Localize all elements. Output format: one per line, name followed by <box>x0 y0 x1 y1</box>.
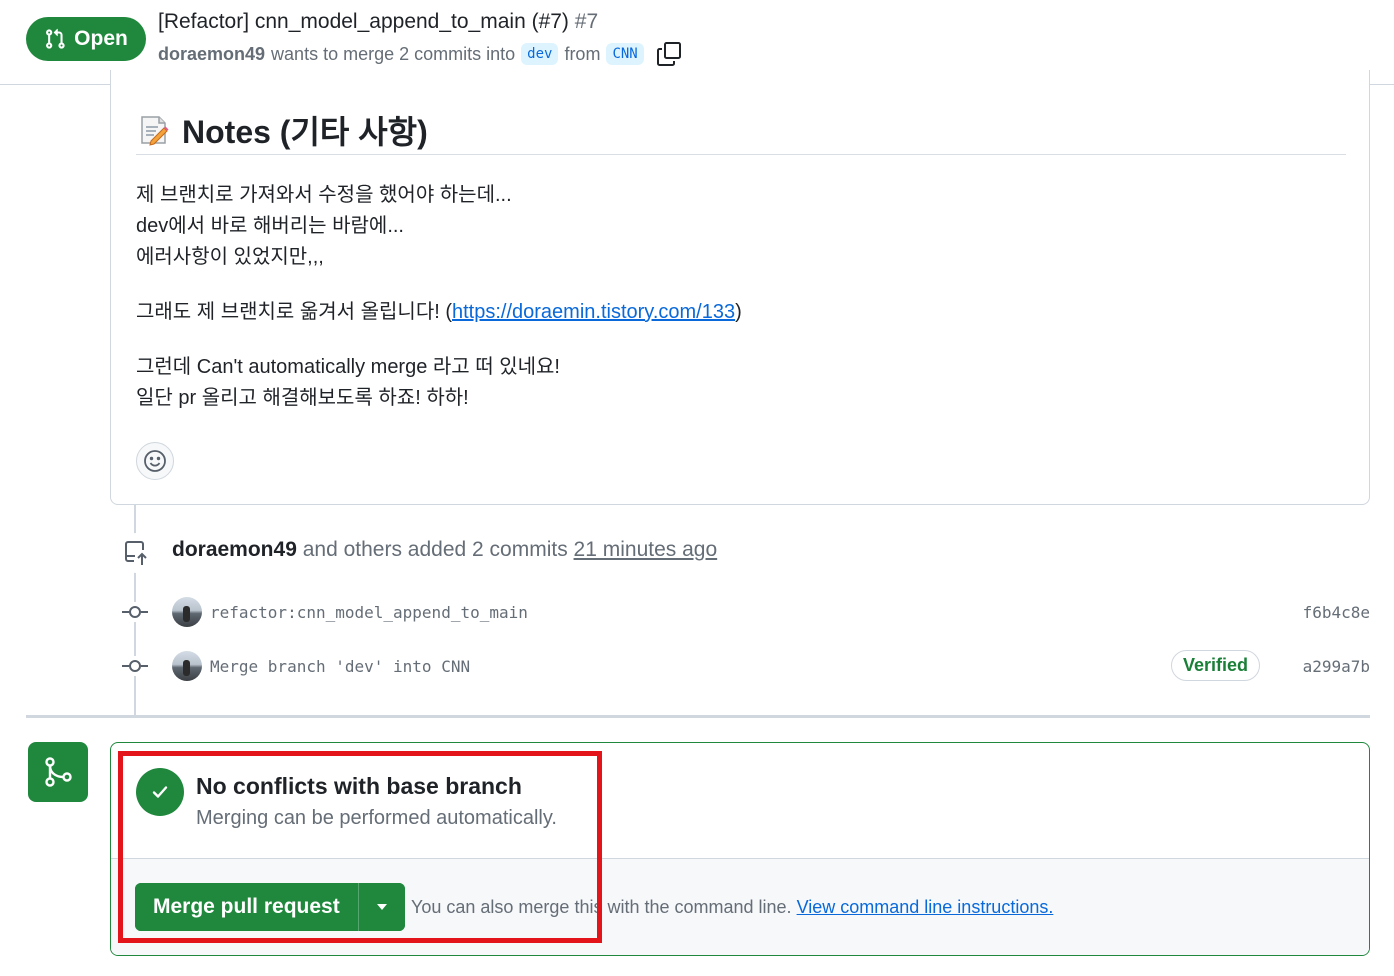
pr-state-label: Open <box>74 27 128 50</box>
commit-sha-link[interactable]: f6b4c8e <box>1303 603 1370 622</box>
merge-status-subtitle: Merging can be performed automatically. <box>196 807 557 829</box>
base-branch-tag[interactable]: dev <box>521 43 559 65</box>
comment-line: 그런데 Can't automatically merge 라고 떠 있네요! <box>136 356 560 378</box>
comment-line-prefix: 그래도 제 브랜치로 옮겨서 올립니다! ( <box>136 301 452 323</box>
memo-icon <box>141 115 169 146</box>
copy-icon[interactable] <box>656 41 682 67</box>
smiley-icon <box>144 450 166 472</box>
push-event <box>116 533 156 573</box>
merge-section-icon <box>28 742 88 802</box>
push-time-link[interactable]: 21 minutes ago <box>574 538 718 561</box>
pr-merge-text: wants to merge 2 commits into <box>271 43 516 64</box>
commit-message-link[interactable]: Merge branch 'dev' into CNN <box>210 657 470 676</box>
comment-line: 에러사항이 있었지만,,, <box>136 246 324 268</box>
avatar[interactable] <box>172 651 202 681</box>
comment-body: 제 브랜치로 가져와서 수정을 했어야 하는데... dev에서 바로 해버리는… <box>136 180 1336 438</box>
head-branch-tag[interactable]: CNN <box>606 43 644 65</box>
merge-method-dropdown[interactable] <box>358 883 405 931</box>
merge-actions: Merge pull request You can also merge th… <box>111 859 1369 955</box>
notes-heading-text: Notes (기타 사항) <box>182 113 428 150</box>
pr-title: [Refactor] cnn_model_append_to_main (#7)… <box>158 10 598 34</box>
commit-node-icon <box>120 602 150 622</box>
pr-title-text: [Refactor] cnn_model_append_to_main (#7) <box>158 10 569 33</box>
comment-paragraph-2: 그래도 제 브랜치로 옮겨서 올립니다! (https://doraemin.t… <box>136 297 1336 328</box>
commit-row: refactor:cnn_model_append_to_main f6b4c8… <box>120 592 1370 632</box>
merge-status: No conflicts with base branch Merging ca… <box>111 743 1369 859</box>
blog-link[interactable]: https://doraemin.tistory.com/133 <box>452 301 735 323</box>
pr-comment-box: Notes (기타 사항) 제 브랜치로 가져와서 수정을 했어야 하는데...… <box>110 70 1370 505</box>
push-event-text: doraemon49 and others added 2 commits 21… <box>172 538 717 562</box>
pr-meta: doraemon49 wants to merge 2 commits into… <box>158 41 682 67</box>
notes-heading: Notes (기타 사항) <box>136 105 1346 155</box>
pull-request-icon <box>46 28 65 49</box>
merge-button-group: Merge pull request <box>135 883 405 931</box>
pr-number: #7 <box>574 10 599 33</box>
comment-line-suffix: ) <box>735 301 742 323</box>
commit-message-link[interactable]: refactor:cnn_model_append_to_main <box>210 603 528 622</box>
merge-pull-request-button[interactable]: Merge pull request <box>135 883 359 931</box>
command-line-instructions-link[interactable]: View command line instructions. <box>797 897 1054 917</box>
triangle-down-icon <box>376 904 387 910</box>
commit-node-icon <box>120 656 150 676</box>
merge-status-title: No conflicts with base branch <box>196 773 522 799</box>
repo-push-icon <box>125 541 147 565</box>
merge-hint: You can also merge this with the command… <box>411 897 1053 918</box>
avatar[interactable] <box>172 597 202 627</box>
comment-line: 제 브랜치로 가져와서 수정을 했어야 하는데... <box>136 184 512 206</box>
push-author-link[interactable]: doraemon49 <box>172 538 297 561</box>
comment-line: dev에서 바로 해버리는 바람에... <box>136 215 404 237</box>
merge-hint-text: You can also merge this with the command… <box>411 897 792 917</box>
add-reaction-button[interactable] <box>136 442 174 480</box>
git-merge-icon <box>45 757 72 787</box>
timeline-break <box>26 715 1370 718</box>
comment-line: 일단 pr 올리고 해결해보도록 하죠! 하하! <box>136 387 469 409</box>
merge-box: No conflicts with base branch Merging ca… <box>110 742 1370 956</box>
pr-state-badge: Open <box>26 17 146 61</box>
commit-sha-link[interactable]: a299a7b <box>1303 657 1370 676</box>
pr-from-text: from <box>564 43 601 64</box>
comment-paragraph-3: 그런데 Can't automatically merge 라고 떠 있네요! … <box>136 352 1336 414</box>
verified-badge[interactable]: Verified <box>1170 650 1260 681</box>
comment-paragraph-1: 제 브랜치로 가져와서 수정을 했어야 하는데... dev에서 바로 해버리는… <box>136 180 1336 273</box>
check-circle-icon <box>136 768 184 816</box>
commit-row: Merge branch 'dev' into CNN Verified a29… <box>120 646 1370 686</box>
push-description: and others added 2 commits <box>302 538 568 561</box>
pr-author-link[interactable]: doraemon49 <box>158 44 265 65</box>
